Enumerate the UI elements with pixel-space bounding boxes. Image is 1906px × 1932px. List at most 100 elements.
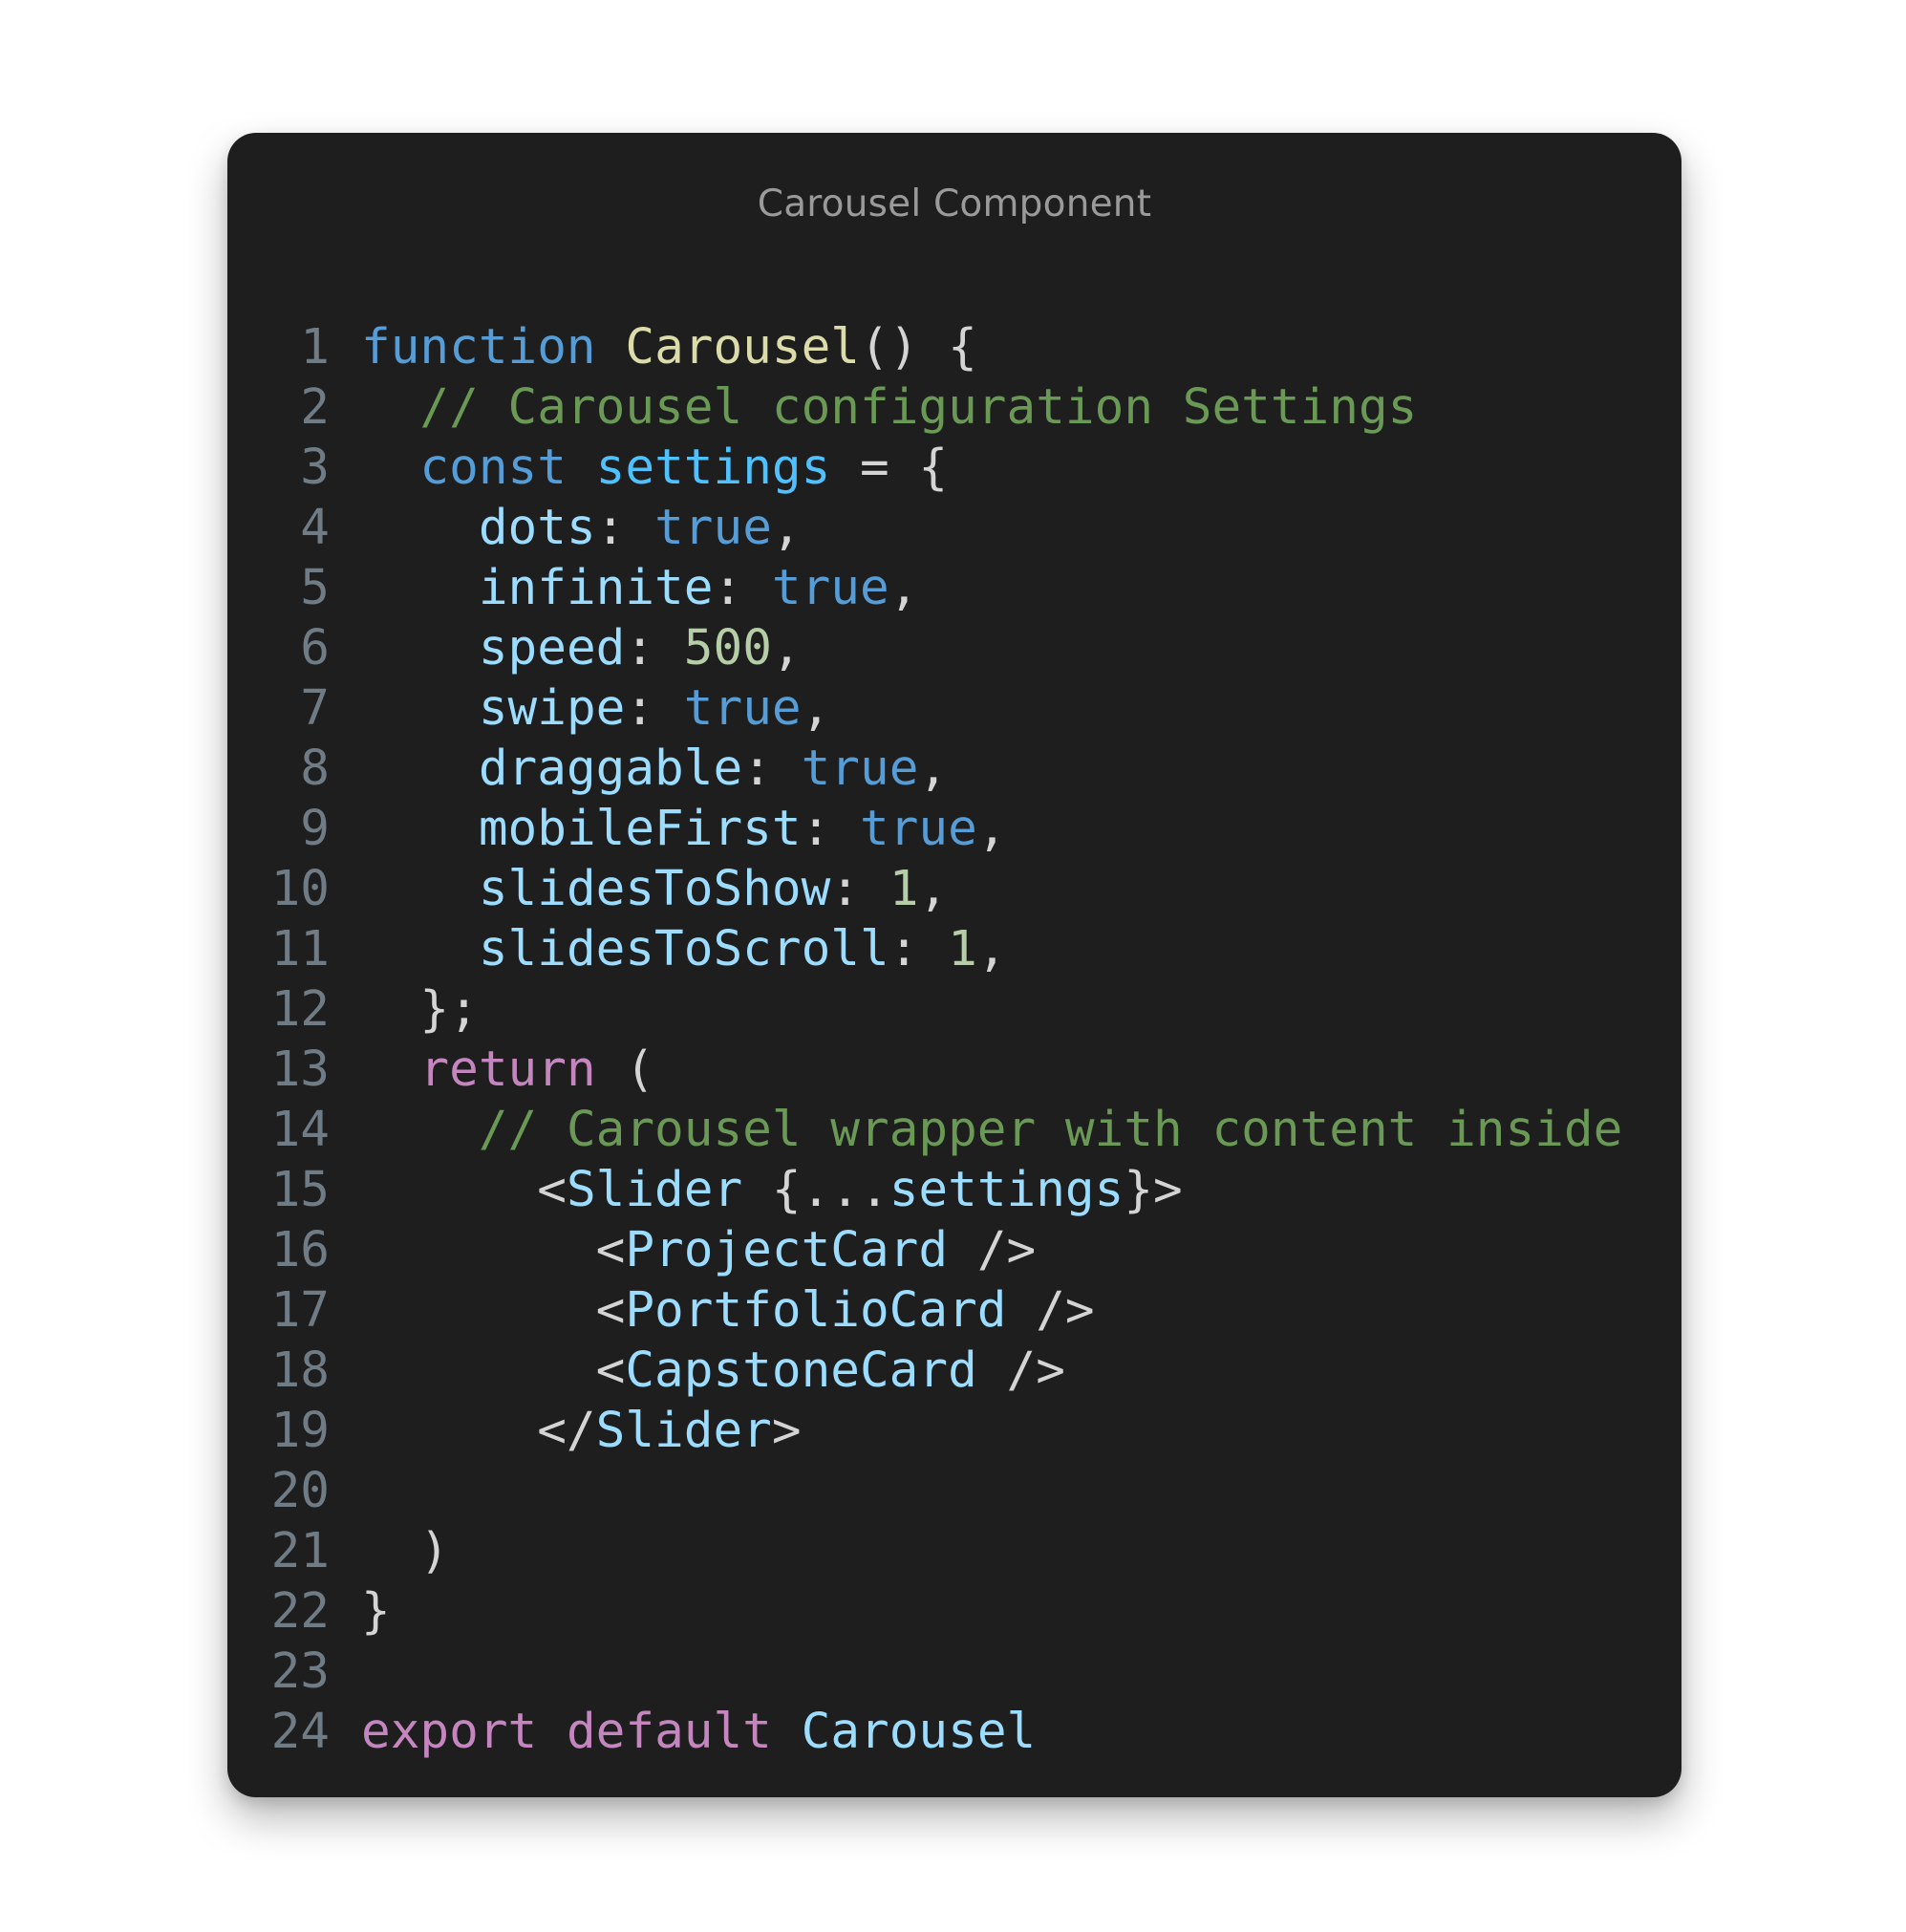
code-token: () {	[860, 319, 977, 376]
code-token: ,	[801, 680, 831, 737]
code-text: // Carousel wrapper with content inside	[330, 1100, 1622, 1160]
code-token: true	[654, 500, 772, 556]
code-text: speed: 500,	[330, 618, 802, 678]
code-token: Carousel	[625, 319, 860, 376]
code-line: 11 slidesToScroll: 1,	[227, 919, 1681, 979]
code-token: 500	[683, 620, 772, 676]
code-token: function	[361, 319, 596, 376]
line-number: 12	[270, 981, 330, 1038]
code-token: ,	[976, 801, 1007, 857]
code-token: :	[830, 861, 889, 917]
code-token: 1	[889, 861, 919, 917]
code-token: infinite	[478, 560, 714, 616]
code-token: :	[625, 680, 684, 737]
code-token: ,	[976, 921, 1007, 977]
line-number: 19	[270, 1403, 330, 1459]
line-number: 9	[300, 801, 330, 857]
code-token: draggable	[478, 741, 743, 797]
code-token: 1	[948, 921, 977, 977]
code-text: <Slider {...settings}>	[330, 1160, 1183, 1220]
code-text: mobileFirst: true,	[330, 799, 1007, 859]
code-token: <	[361, 1342, 626, 1399]
line-number: 7	[300, 680, 330, 737]
code-text: const settings = {	[330, 438, 948, 498]
code-token: />	[1006, 1282, 1095, 1339]
line-number: 24	[270, 1704, 330, 1760]
code-window: Carousel Component 1 function Carousel() …	[227, 133, 1681, 1797]
line-number: 20	[270, 1463, 330, 1519]
line-number: 5	[300, 560, 330, 616]
code-token: :	[742, 741, 802, 797]
code-line: 15 <Slider {...settings}>	[227, 1160, 1681, 1220]
code-text: <PortfolioCard />	[330, 1280, 1095, 1341]
code-token: ,	[889, 560, 919, 616]
code-token: >	[771, 1403, 802, 1459]
code-token: default	[566, 1704, 772, 1760]
code-line: 14 // Carousel wrapper with content insi…	[227, 1100, 1681, 1160]
line-number: 10	[270, 861, 330, 917]
code-token: {...	[742, 1162, 889, 1218]
code-text: )	[330, 1521, 449, 1581]
code-line: 7 swipe: true,	[227, 678, 1681, 739]
code-text: // Carousel configuration Settings	[330, 377, 1417, 438]
code-line: 21 )	[227, 1521, 1681, 1581]
code-token: <	[361, 1222, 626, 1278]
line-number: 18	[270, 1342, 330, 1399]
code-line: 20	[227, 1461, 1681, 1521]
code-token: :	[595, 500, 655, 556]
code-token: return	[419, 1041, 596, 1098]
code-token: <	[361, 1162, 567, 1218]
code-token: />	[948, 1222, 1037, 1278]
code-line: 5 infinite: true,	[227, 558, 1681, 618]
code-token: speed	[478, 620, 626, 676]
code-line: 12 };	[227, 979, 1681, 1040]
code-token: dots	[478, 500, 596, 556]
code-token: Slider	[566, 1162, 743, 1218]
line-number: 4	[300, 500, 330, 556]
code-token: true	[801, 741, 919, 797]
window-title: Carousel Component	[757, 182, 1152, 225]
code-line: 6 speed: 500,	[227, 618, 1681, 678]
code-token: PortfolioCard	[625, 1282, 1007, 1339]
code-token: />	[976, 1342, 1065, 1399]
code-token: ,	[771, 500, 802, 556]
code-token: ,	[771, 620, 802, 676]
code-token: ,	[918, 861, 949, 917]
code-token: Carousel	[801, 1704, 1037, 1760]
code-token: };	[361, 981, 479, 1038]
code-token: :	[889, 921, 949, 977]
code-token: slidesToShow	[478, 861, 831, 917]
code-line: 16 <ProjectCard />	[227, 1220, 1681, 1280]
code-line: 22}	[227, 1581, 1681, 1642]
code-line: 10 slidesToShow: 1,	[227, 859, 1681, 919]
code-line: 4 dots: true,	[227, 498, 1681, 558]
code-line: 2 // Carousel configuration Settings	[227, 377, 1681, 438]
code-token: ,	[918, 741, 949, 797]
line-number: 17	[270, 1282, 330, 1339]
code-token: swipe	[478, 680, 626, 737]
code-text: dots: true,	[330, 498, 802, 558]
line-number: 1	[300, 319, 330, 376]
line-number: 13	[270, 1041, 330, 1098]
code-text: slidesToScroll: 1,	[330, 919, 1007, 979]
line-number: 14	[270, 1102, 330, 1158]
code-line: 1 function Carousel() {	[227, 317, 1681, 377]
code-text: <CapstoneCard />	[330, 1341, 1065, 1401]
code-token: :	[625, 620, 684, 676]
code-token: true	[860, 801, 977, 857]
code-token: ProjectCard	[625, 1222, 949, 1278]
code-token: Slider	[595, 1403, 772, 1459]
code-token: // Carousel wrapper with content inside	[478, 1102, 1623, 1158]
